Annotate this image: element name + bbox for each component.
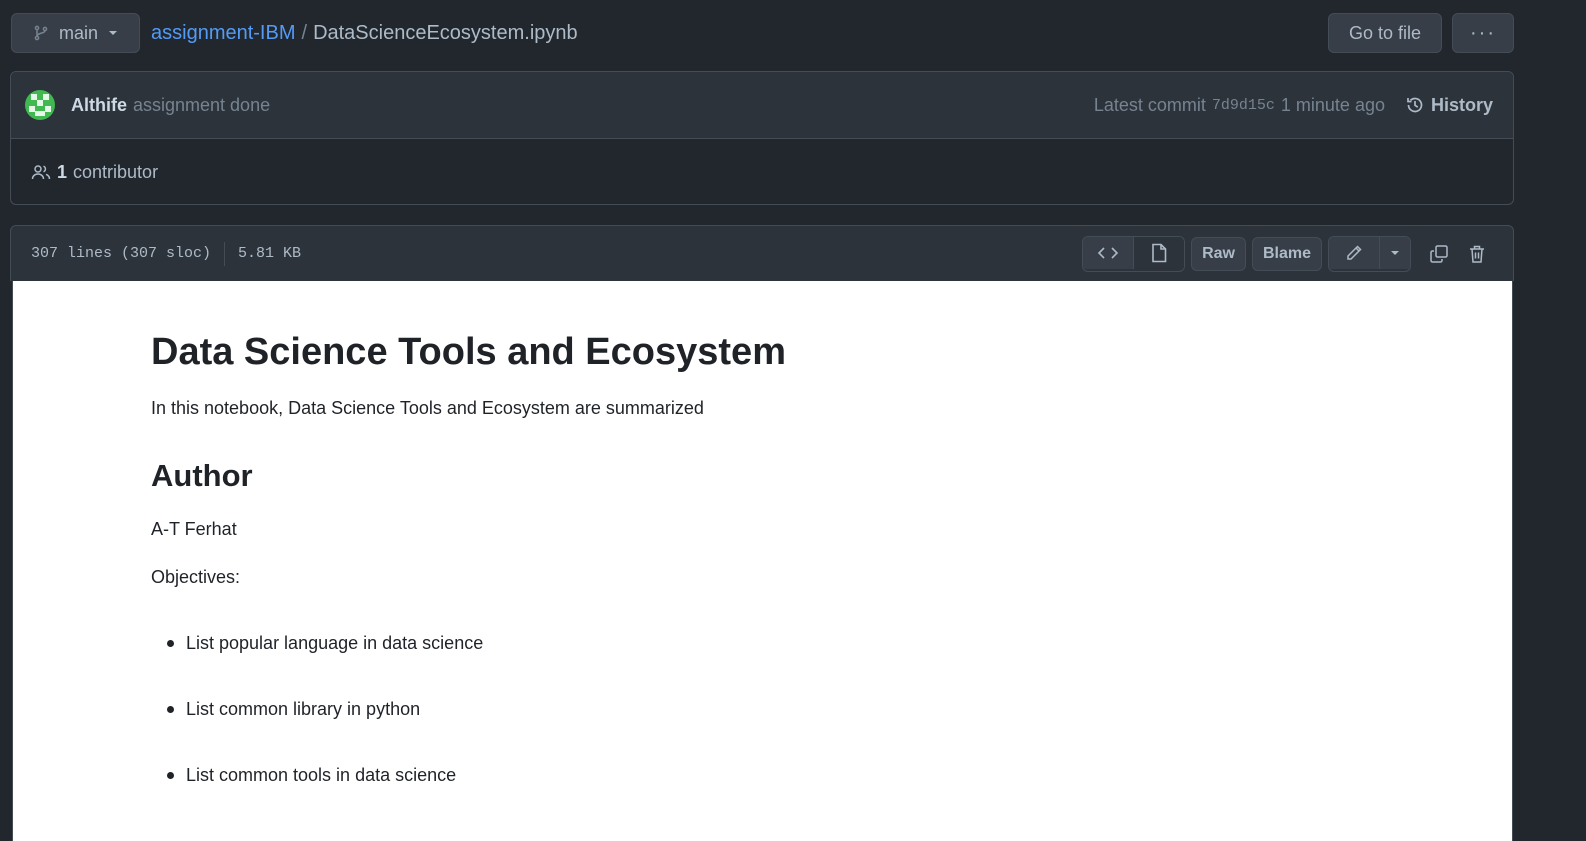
latest-commit-label: Latest commit [1093, 94, 1206, 115]
copy-icon [1430, 244, 1448, 263]
pencil-icon [1347, 244, 1362, 260]
contributors-row[interactable]: 1 contributor [11, 139, 1513, 204]
file-line-count: 307 lines (307 sloc) [31, 245, 212, 262]
history-link[interactable]: History [1405, 95, 1493, 116]
breadcrumb-repo-link[interactable]: assignment-IBM [151, 22, 296, 44]
history-label: History [1430, 94, 1493, 115]
breadcrumb-separator: / [301, 22, 308, 44]
commit-sha-link[interactable]: 7d9d15c [1212, 97, 1275, 114]
go-to-file-button[interactable]: Go to file [1328, 13, 1442, 53]
source-view-button[interactable] [1083, 236, 1134, 269]
objectives-label: Objectives: [151, 567, 241, 587]
file-actions: Raw Blame [1082, 235, 1493, 272]
list-item: List common tools in data science [151, 751, 483, 817]
delete-file-button[interactable] [1461, 237, 1493, 271]
raw-button[interactable]: Raw [1191, 236, 1246, 271]
file-size: 5.81 KB [238, 245, 302, 262]
file-icon [1152, 243, 1167, 262]
edit-dropdown-button[interactable] [1379, 236, 1410, 269]
notebook-intro: In this notebook, Data Science Tools and… [151, 398, 704, 418]
caret-down-icon [1391, 250, 1399, 255]
objectives-list: List popular language in data science Li… [151, 619, 483, 817]
code-icon [1097, 246, 1119, 259]
author-heading: Author [151, 458, 253, 493]
branch-name: main [58, 22, 98, 43]
breadcrumb: assignment-IBM / DataScienceEcosystem.ipyn… [151, 20, 578, 46]
commit-time: 1 minute ago [1280, 94, 1385, 115]
contributor-count: 1 [57, 161, 68, 182]
view-mode-toggle [1082, 235, 1186, 272]
caret-down-icon [109, 31, 117, 35]
history-icon [1407, 97, 1423, 113]
commit-row: Althife assignment done Latest commit 7d… [11, 72, 1513, 139]
people-icon [31, 165, 51, 180]
edit-file-button[interactable] [1329, 236, 1379, 269]
commit-message-link[interactable]: assignment done [133, 95, 270, 116]
author-name: A-T Ferhat [151, 519, 237, 539]
edit-button-group [1328, 235, 1411, 272]
notebook-title: Data Science Tools and Ecosystem [151, 331, 786, 373]
branch-select-button[interactable]: main [11, 13, 140, 53]
rendered-view-button[interactable] [1133, 236, 1185, 269]
rendered-notebook: Data Science Tools and Ecosystem In this… [12, 281, 1513, 841]
commit-author-link[interactable]: Althife [71, 95, 127, 116]
more-options-button[interactable]: ··· [1452, 13, 1514, 53]
commit-meta: Latest commit 7d9d15c 1 minute ago Histo… [1094, 95, 1493, 116]
page-margin [1514, 0, 1586, 837]
copy-button[interactable] [1423, 237, 1455, 271]
git-branch-icon [34, 25, 48, 41]
file-header: 307 lines (307 sloc) 5.81 KB Raw Blame [10, 225, 1514, 281]
avatar[interactable] [25, 90, 55, 120]
contributor-label: contributor [73, 161, 159, 182]
list-item: List common library in python [151, 685, 483, 751]
file-info: 307 lines (307 sloc) 5.81 KB [31, 241, 302, 266]
divider [224, 241, 226, 266]
trash-icon [1470, 245, 1484, 263]
latest-commit-box: Althife assignment done Latest commit 7d… [10, 71, 1514, 205]
list-item: List popular language in data science [151, 619, 483, 685]
blame-button[interactable]: Blame [1251, 236, 1322, 271]
breadcrumb-file-name: DataScienceEcosystem.ipynb [313, 22, 578, 44]
